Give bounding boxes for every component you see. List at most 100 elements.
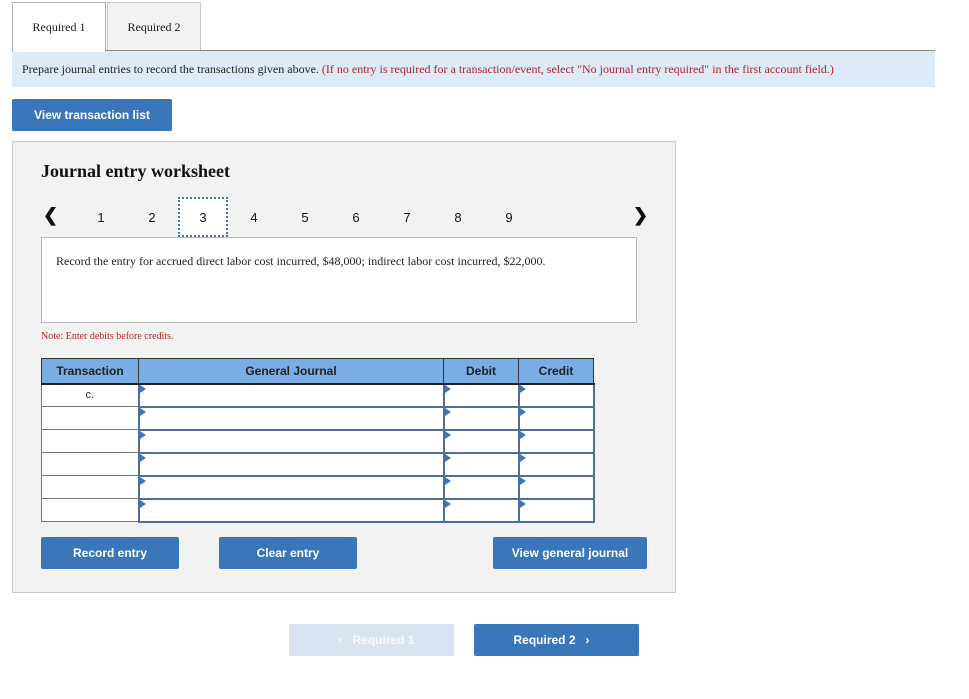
table-row <box>41 474 595 500</box>
worksheet-title: Journal entry worksheet <box>41 161 230 181</box>
page-8[interactable]: 8 <box>433 197 483 237</box>
account-field[interactable] <box>139 499 443 521</box>
page-4[interactable]: 4 <box>229 197 279 237</box>
dropdown-indicator-icon <box>444 384 451 393</box>
dropdown-indicator-icon <box>139 384 146 393</box>
next-required-label: Required 2 <box>513 633 576 647</box>
prev-required-button: ‹ Required 1 <box>289 624 454 656</box>
instruction-text: Prepare journal entries to record the tr… <box>22 62 319 76</box>
dropdown-indicator-icon <box>444 430 451 439</box>
dropdown-indicator-icon <box>444 453 451 462</box>
chevron-right-icon: › <box>585 633 590 647</box>
chevron-right-icon[interactable]: ❯ <box>633 205 648 226</box>
transaction-cell <box>41 452 139 476</box>
page-9[interactable]: 9 <box>484 197 534 237</box>
credit-field[interactable] <box>519 407 593 429</box>
account-field-cell <box>137 474 445 500</box>
credit-field-cell <box>517 405 595 431</box>
transaction-cell <box>41 429 139 453</box>
credit-field[interactable] <box>519 453 593 475</box>
entry-pager: ❮ 1 2 3 4 5 6 7 8 9 ❯ <box>13 197 675 237</box>
header-transaction: Transaction <box>41 358 139 385</box>
header-general-journal: General Journal <box>138 358 444 385</box>
debit-field-cell <box>442 497 520 523</box>
page-6[interactable]: 6 <box>331 197 381 237</box>
dropdown-indicator-icon <box>519 407 526 416</box>
journal-entry-worksheet: Journal entry worksheet ❮ 1 2 3 4 5 6 7 … <box>12 141 676 593</box>
dropdown-indicator-icon <box>519 430 526 439</box>
credit-field-cell <box>517 428 595 454</box>
table-row <box>41 428 595 454</box>
record-entry-button[interactable]: Record entry <box>41 537 179 569</box>
dropdown-indicator-icon <box>444 476 451 485</box>
dropdown-indicator-icon <box>519 384 526 393</box>
dropdown-indicator-icon <box>519 453 526 462</box>
dropdown-indicator-icon <box>519 476 526 485</box>
tab-required-1[interactable]: Required 1 <box>12 2 106 52</box>
dropdown-indicator-icon <box>139 407 146 416</box>
debit-field-cell <box>442 382 520 408</box>
account-field[interactable] <box>139 407 443 429</box>
dropdown-indicator-icon <box>519 499 526 508</box>
debits-note: Note: Enter debits before credits. <box>41 331 174 342</box>
table-row <box>41 405 595 431</box>
page-1[interactable]: 1 <box>76 197 126 237</box>
debit-field-cell <box>442 405 520 431</box>
tab-bar: Required 1 Required 2 <box>12 2 201 52</box>
debit-field-cell <box>442 451 520 477</box>
credit-field-cell <box>517 382 595 408</box>
transaction-cell <box>41 406 139 430</box>
header-credit: Credit <box>518 358 594 385</box>
tab-required-2[interactable]: Required 2 <box>107 2 201 51</box>
account-field-cell <box>137 451 445 477</box>
page-2[interactable]: 2 <box>127 197 177 237</box>
debit-field[interactable] <box>444 453 518 475</box>
page-5[interactable]: 5 <box>280 197 330 237</box>
credit-field-cell <box>517 474 595 500</box>
debit-field[interactable] <box>444 384 518 406</box>
debit-field[interactable] <box>444 499 518 521</box>
account-field-cell <box>137 405 445 431</box>
entry-prompt: Record the entry for accrued direct labo… <box>41 237 637 323</box>
dropdown-indicator-icon <box>139 430 146 439</box>
account-field-cell <box>137 497 445 523</box>
transaction-cell: c. <box>41 383 139 407</box>
chevron-left-icon: ‹ <box>338 633 343 647</box>
view-general-journal-button[interactable]: View general journal <box>493 537 647 569</box>
dropdown-indicator-icon <box>444 407 451 416</box>
journal-table: Transaction General Journal Debit Credit… <box>41 358 595 523</box>
account-field[interactable] <box>139 476 443 498</box>
account-field[interactable] <box>139 384 443 406</box>
table-row <box>41 497 595 523</box>
table-row: c. <box>41 382 595 408</box>
account-field[interactable] <box>139 430 443 452</box>
credit-field[interactable] <box>519 499 593 521</box>
header-debit: Debit <box>443 358 519 385</box>
page-3-current[interactable]: 3 <box>178 197 228 237</box>
view-transaction-list-button[interactable]: View transaction list <box>12 99 172 131</box>
debit-field-cell <box>442 428 520 454</box>
transaction-cell <box>41 498 139 522</box>
credit-field-cell <box>517 451 595 477</box>
debit-field[interactable] <box>444 430 518 452</box>
account-field[interactable] <box>139 453 443 475</box>
credit-field[interactable] <box>519 430 593 452</box>
dropdown-indicator-icon <box>444 499 451 508</box>
clear-entry-button[interactable]: Clear entry <box>219 537 357 569</box>
page-7[interactable]: 7 <box>382 197 432 237</box>
credit-field[interactable] <box>519 476 593 498</box>
chevron-left-icon[interactable]: ❮ <box>43 205 58 226</box>
credit-field[interactable] <box>519 384 593 406</box>
next-required-button[interactable]: Required 2 › <box>474 624 639 656</box>
account-field-cell <box>137 382 445 408</box>
dropdown-indicator-icon <box>139 499 146 508</box>
debit-field-cell <box>442 474 520 500</box>
account-field-cell <box>137 428 445 454</box>
transaction-cell <box>41 475 139 499</box>
table-row <box>41 451 595 477</box>
instruction-note: (If no entry is required for a transacti… <box>321 62 834 76</box>
prev-required-label: Required 1 <box>352 633 415 647</box>
dropdown-indicator-icon <box>139 453 146 462</box>
debit-field[interactable] <box>444 407 518 429</box>
debit-field[interactable] <box>444 476 518 498</box>
